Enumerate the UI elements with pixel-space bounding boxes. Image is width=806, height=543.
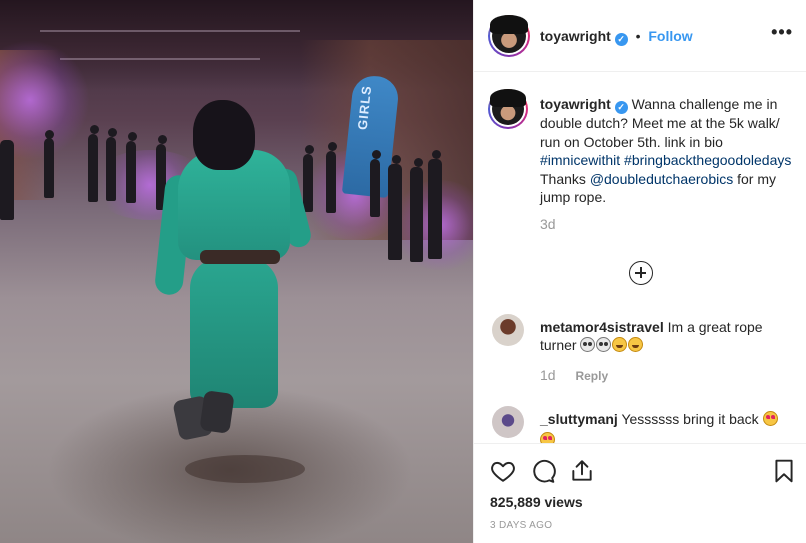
jumper-legs (190, 258, 278, 408)
jumper-shoe (199, 390, 235, 434)
comment-time[interactable]: 1d (540, 367, 556, 383)
caption-time[interactable]: 3d (540, 215, 792, 234)
banner-text: GIRLS (354, 84, 375, 131)
crowd-person (414, 158, 423, 167)
post-date[interactable]: 3 DAYS AGO (490, 520, 552, 531)
instagram-post: GIRLS toyawright ✓ • Follow ••• toyawrig… (0, 0, 806, 543)
heart-eyes-emoji-icon (540, 432, 555, 443)
heart-icon[interactable] (490, 458, 516, 484)
crowd-person (88, 134, 98, 202)
commenter-avatar[interactable] (492, 314, 524, 346)
hashtag-link[interactable]: #imnicewithit (540, 152, 620, 168)
caption-thanks: Thanks (540, 170, 586, 187)
crowd-person (303, 154, 313, 212)
crowd-person (158, 135, 167, 144)
crowd-person (428, 159, 442, 259)
crowd-person (326, 151, 336, 213)
load-more-comments-icon[interactable] (629, 261, 653, 285)
crowd-person (44, 138, 54, 198)
ceiling-truss (40, 30, 300, 32)
joy-emoji-icon (612, 337, 628, 352)
crowd-person (106, 137, 116, 201)
header-user-line: toyawright ✓ • Follow (540, 28, 693, 46)
hashtag-link[interactable]: #bringbackthegoodoledays (624, 152, 791, 168)
separator: • (635, 28, 641, 44)
author-avatar[interactable] (488, 15, 530, 57)
post-actions: 825,889 views 3 DAYS AGO (474, 443, 806, 543)
ceiling-truss (60, 58, 260, 60)
crowd-person (128, 132, 137, 141)
post-sidebar: toyawright ✓ • Follow ••• toyawright ✓ W… (473, 0, 806, 543)
crowd-person (108, 128, 117, 137)
post-video[interactable]: GIRLS (0, 0, 473, 543)
crowd-person (90, 125, 99, 134)
mention-link[interactable]: @doubledutchaerobics (590, 171, 733, 187)
crowd-person (328, 142, 337, 151)
crowd-person (126, 141, 136, 203)
more-options-icon[interactable]: ••• (771, 22, 793, 43)
follow-button[interactable]: Follow (648, 28, 692, 44)
commenter-avatar[interactable] (492, 406, 524, 438)
caption-username[interactable]: toyawright (540, 96, 611, 112)
crowd-person (392, 155, 401, 164)
caption-avatar[interactable] (488, 89, 528, 129)
caption: toyawright ✓ Wanna challenge me in doubl… (540, 95, 792, 233)
jumper-hair (193, 100, 255, 170)
author-username[interactable]: toyawright (540, 28, 611, 44)
comment: _sluttymanj Yessssss bring it back (540, 410, 792, 443)
crowd-person (388, 164, 402, 260)
skull-emoji-icon (596, 337, 612, 352)
view-count[interactable]: 825,889 views (490, 494, 583, 510)
jumper-midriff (200, 250, 280, 264)
reply-button[interactable]: Reply (575, 369, 608, 383)
heart-eyes-emoji-icon (762, 411, 778, 426)
joy-emoji-icon (628, 337, 644, 352)
comment: metamor4sistravel Im a great rope turner… (540, 318, 792, 385)
share-icon[interactable] (569, 458, 595, 484)
crowd-person (432, 150, 441, 159)
comment-text: Yessssss bring it back (621, 411, 759, 427)
post-header: toyawright ✓ • Follow ••• (474, 0, 806, 72)
skull-emoji-icon (580, 337, 596, 352)
verified-badge-icon: ✓ (614, 101, 628, 114)
comment-meta: 1d Reply (540, 366, 792, 385)
comment-icon[interactable] (530, 458, 556, 484)
crowd-person (372, 150, 381, 159)
comments-list[interactable]: toyawright ✓ Wanna challenge me in doubl… (474, 73, 806, 443)
crowd-person (410, 167, 423, 262)
crowd-person (370, 159, 380, 217)
crowd-person (0, 140, 14, 220)
commenter-username[interactable]: _sluttymanj (540, 411, 618, 427)
verified-badge-icon: ✓ (614, 33, 628, 46)
bookmark-icon[interactable] (771, 458, 797, 484)
jumper-shadow (185, 455, 305, 483)
commenter-username[interactable]: metamor4sistravel (540, 319, 664, 335)
crowd-person (305, 145, 314, 154)
